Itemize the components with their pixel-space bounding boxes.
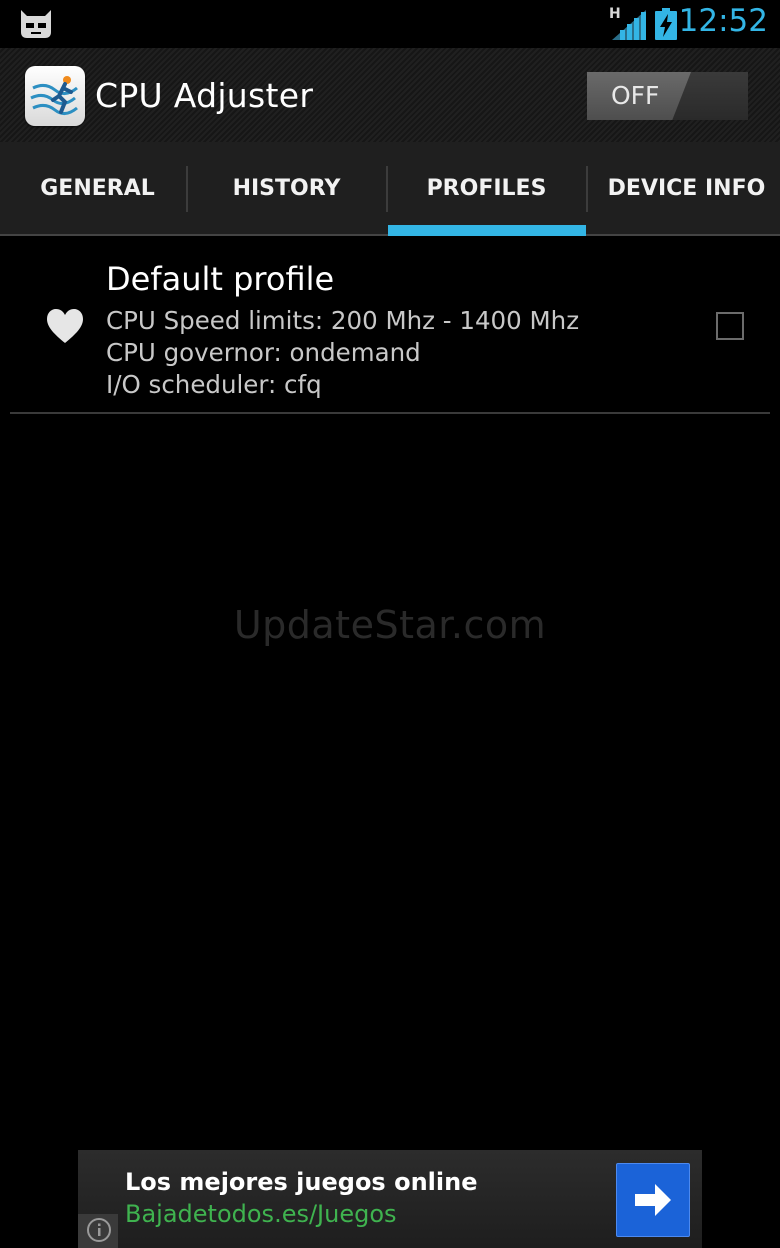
info-icon [87,1218,111,1242]
signal-icon [612,10,646,40]
ad-go-button[interactable] [616,1163,690,1237]
ad-url[interactable]: Bajadetodos.es/Juegos [125,1200,397,1228]
watermark: UpdateStar.com [233,603,547,647]
toggle-label: OFF [611,81,660,110]
tab-profiles[interactable]: PROFILES [389,142,584,234]
list-item[interactable]: Default profile CPU Speed limits: 200 Mh… [10,238,770,414]
arrow-right-icon [635,1184,671,1216]
action-bar: CPU Adjuster OFF [0,48,780,142]
profile-scheduler: I/O scheduler: cfq [106,370,322,399]
tab-label: GENERAL [40,175,155,201]
tab-divider [186,166,188,212]
cpu-adjuster-app-icon [30,76,78,115]
app-icon[interactable] [25,66,85,126]
status-bar: H 12:52 [0,0,780,48]
tab-bar: GENERAL HISTORY PROFILES DEVICE INFO [0,142,780,236]
profile-speed: CPU Speed limits: 200 Mhz - 1400 Mhz [106,306,580,335]
tab-general[interactable]: GENERAL [0,142,195,234]
ad-banner[interactable]: Los mejores juegos online Bajadetodos.es… [78,1150,702,1248]
tab-label: HISTORY [232,175,341,201]
power-toggle[interactable]: OFF [587,72,748,120]
tab-label: PROFILES [426,175,547,201]
clock: 12:52 [678,3,768,39]
selected-tab-indicator [388,225,586,236]
screen: H 12:52 CPU Adjuster OFF GENERAL HISTORY… [0,0,780,1248]
tab-divider [586,166,588,212]
tab-divider [386,166,388,212]
ad-info-button[interactable] [78,1214,118,1248]
heart-icon [47,309,83,343]
battery-charging-icon [655,8,677,40]
profile-checkbox[interactable] [716,312,744,340]
profile-governor: CPU governor: ondemand [106,338,421,367]
profile-name: Default profile [106,260,335,298]
app-title: CPU Adjuster [95,76,314,115]
tab-label: DEVICE INFO [607,175,766,201]
tab-device-info[interactable]: DEVICE INFO [589,142,780,234]
ad-title: Los mejores juegos online [125,1168,478,1196]
cyanogenmod-icon [21,10,51,38]
tab-history[interactable]: HISTORY [189,142,384,234]
